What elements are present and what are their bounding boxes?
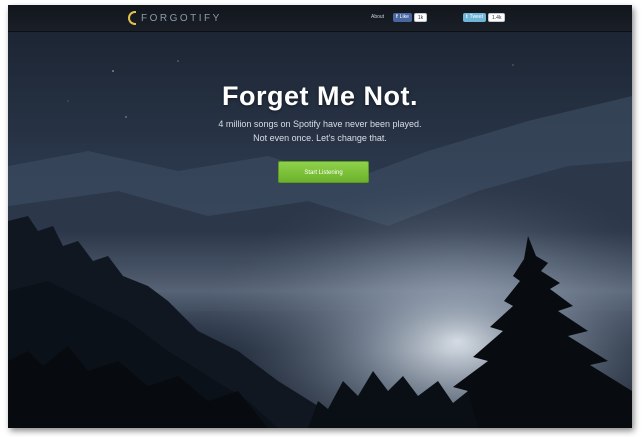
logo[interactable]: FORGOTIFY xyxy=(128,11,222,25)
about-link[interactable]: About xyxy=(371,14,384,20)
page-frame: FORGOTIFY About f Like 1k t Tweet 1.4k F… xyxy=(8,5,632,428)
top-navigation-bar: FORGOTIFY About f Like 1k t Tweet 1.4k xyxy=(8,5,632,32)
twitter-tweet-widget: t Tweet 1.4k xyxy=(463,13,506,22)
hero-subtitle-line-1: 4 million songs on Spotify have never be… xyxy=(218,119,422,129)
tweet-label: Tweet xyxy=(469,14,484,20)
crescent-moon-icon xyxy=(128,11,136,25)
tweet-button[interactable]: t Tweet xyxy=(463,13,487,22)
start-listening-button[interactable]: Start Listening xyxy=(278,161,369,183)
logo-text: FORGOTIFY xyxy=(141,12,222,24)
hero-title: Forget Me Not. xyxy=(222,81,418,111)
tweet-count: 1.4k xyxy=(488,13,506,22)
twitter-icon: t xyxy=(466,14,468,20)
facebook-like-widget: f Like 1k xyxy=(393,13,428,22)
hero-subtitle-line-2: Not even once. Let's change that. xyxy=(253,133,387,143)
hero-background: Forget Me Not. 4 million songs on Spotif… xyxy=(8,31,632,428)
facebook-icon: f xyxy=(396,14,398,20)
facebook-like-label: Like xyxy=(399,14,409,20)
facebook-like-button[interactable]: f Like xyxy=(393,13,412,22)
facebook-like-count: 1k xyxy=(413,13,428,22)
